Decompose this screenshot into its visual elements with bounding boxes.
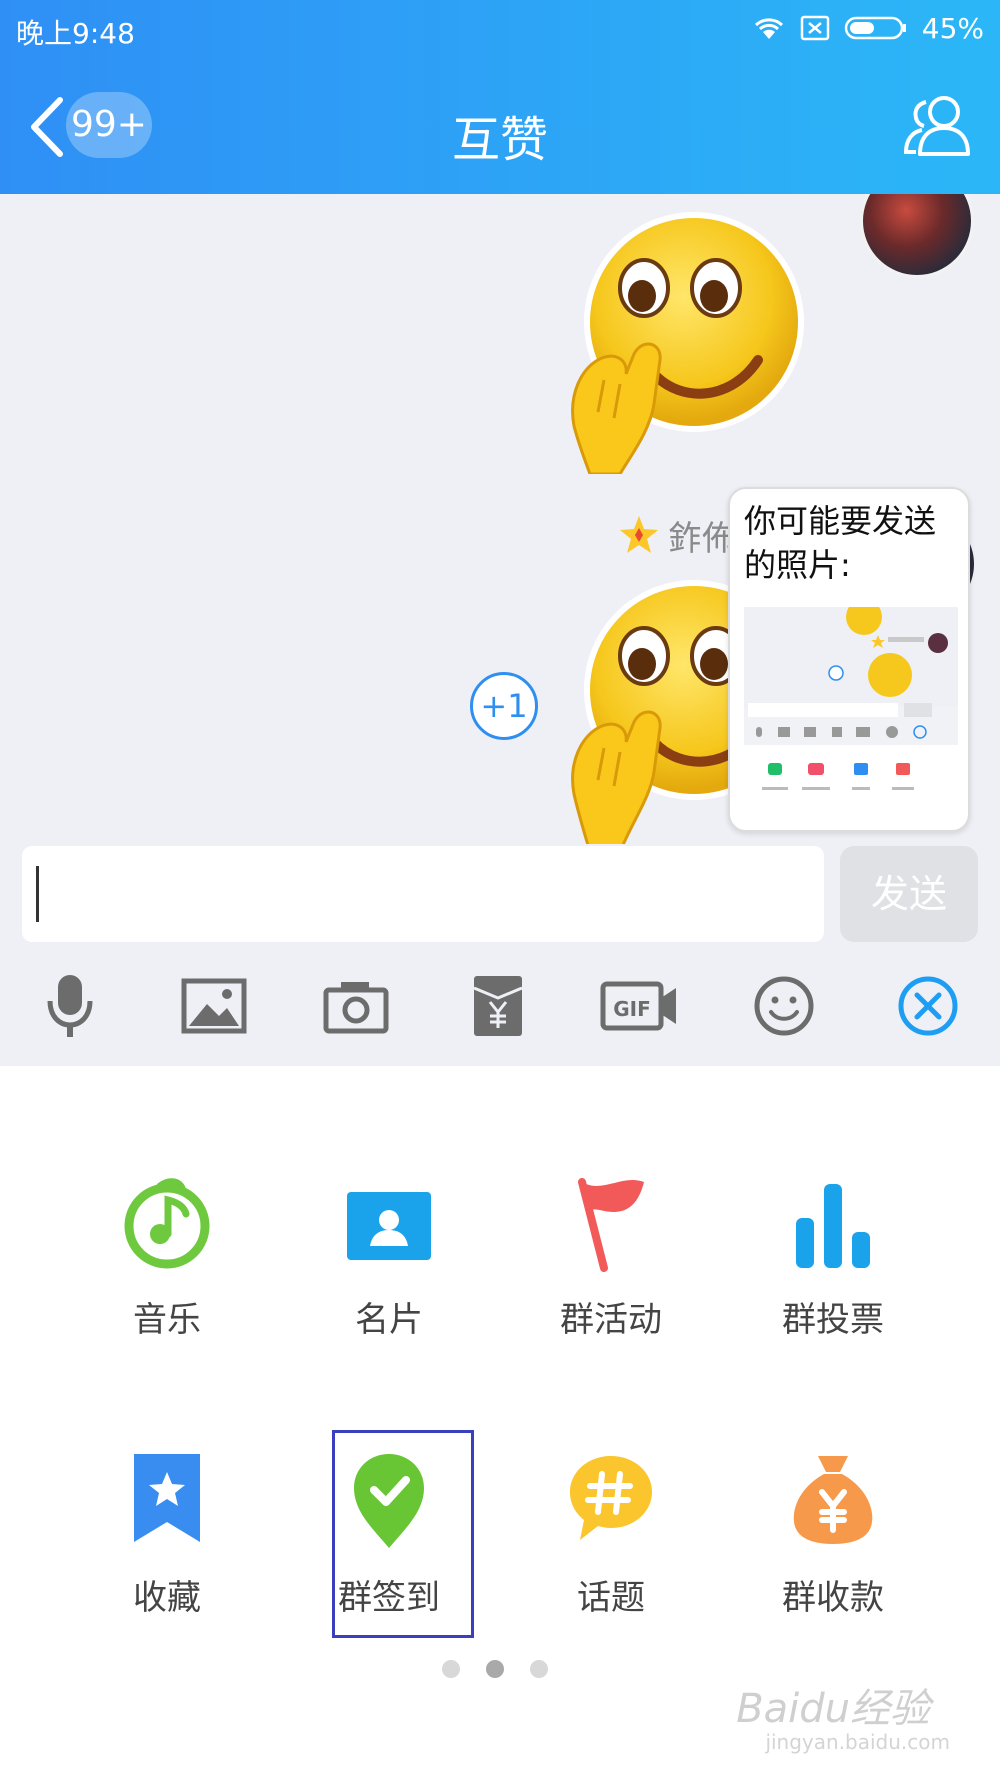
battery-icon: [844, 16, 906, 40]
message-input[interactable]: [22, 846, 824, 942]
sender-info: 鈼佈: [618, 511, 736, 560]
sender-name[interactable]: 鈼佈: [668, 511, 736, 560]
flag-icon: [578, 1178, 644, 1272]
group-vote-button[interactable]: 群投票: [743, 1172, 923, 1392]
input-toolbar: GIF: [0, 946, 1000, 1066]
topic-label: 话题: [577, 1578, 645, 1618]
image-icon: [181, 978, 247, 1034]
avatar[interactable]: [860, 194, 974, 278]
page-dot-3[interactable]: [530, 1660, 548, 1678]
music-label: 音乐: [133, 1300, 201, 1340]
suggested-photo-thumbnail[interactable]: [744, 607, 958, 823]
text-caret: [36, 866, 39, 922]
microphone-icon: [47, 975, 93, 1037]
group-activity-button[interactable]: 群活动: [521, 1172, 701, 1392]
page-dot-1[interactable]: [442, 1660, 460, 1678]
status-icons: 45%: [752, 10, 984, 46]
favorites-button[interactable]: 收藏: [77, 1450, 257, 1670]
send-button[interactable]: 发送: [840, 846, 978, 942]
page-title: 互赞: [451, 112, 548, 168]
group-activity-label: 群活动: [560, 1300, 662, 1340]
topic-button[interactable]: 话题: [521, 1450, 701, 1670]
plus-one-button[interactable]: +1: [470, 672, 538, 740]
gif-button[interactable]: GIF: [600, 970, 680, 1042]
red-packet-icon: [473, 976, 523, 1036]
message-input-bar: 发送: [0, 844, 1000, 946]
emoji-button[interactable]: [744, 970, 824, 1042]
hashtag-icon: [570, 1456, 652, 1540]
nav-bar: 99+ 互赞: [0, 80, 1000, 170]
contact-card-label: 名片: [355, 1300, 423, 1340]
group-members-button[interactable]: [900, 88, 976, 164]
status-bar: 晚上9:48 45%: [0, 0, 1000, 60]
music-icon: [124, 1178, 210, 1269]
header-bar: 晚上9:48 45% 99+ 互赞: [0, 0, 1000, 194]
bookmark-icon: [134, 1454, 200, 1542]
close-icon: [898, 976, 958, 1036]
screenshot-preview: [744, 607, 958, 823]
watermark: Baidu经验: [736, 1686, 930, 1732]
bar-chart-icon: [796, 1184, 870, 1268]
money-bag-icon: [793, 1456, 873, 1544]
facepalm-emoji[interactable]: [562, 204, 822, 474]
contact-card-icon: [347, 1192, 431, 1260]
favorites-label: 收藏: [133, 1578, 201, 1618]
music-button[interactable]: 音乐: [77, 1172, 257, 1392]
group-collection-button[interactable]: 群收款: [743, 1450, 923, 1670]
emoji-icon: [754, 976, 814, 1036]
voice-button[interactable]: [30, 970, 110, 1042]
suggestion-text: 你可能要发送的照片:: [744, 502, 937, 584]
close-panel-button[interactable]: [888, 970, 968, 1042]
photo-suggestion-popup[interactable]: 你可能要发送的照片:: [728, 487, 970, 832]
contact-card-button[interactable]: 名片: [299, 1172, 479, 1392]
image-button[interactable]: [174, 970, 254, 1042]
status-time: 晚上9:48: [16, 17, 135, 50]
red-packet-button[interactable]: [458, 970, 538, 1042]
svg-text:GIF: GIF: [613, 997, 651, 1021]
camera-icon: [323, 982, 389, 1034]
wifi-icon: [754, 18, 783, 39]
camera-button[interactable]: [316, 970, 396, 1042]
no-sim-icon: [800, 15, 830, 41]
star-level-icon: [620, 516, 658, 553]
page-dot-2[interactable]: [486, 1660, 504, 1678]
gif-icon: GIF: [600, 981, 676, 1031]
battery-percent: 45%: [921, 11, 984, 45]
watermark-url: jingyan.baidu.com: [765, 1730, 950, 1754]
group-collection-label: 群收款: [782, 1578, 884, 1618]
selection-highlight: [332, 1430, 474, 1638]
group-vote-label: 群投票: [782, 1300, 884, 1340]
group-members-icon: [903, 96, 970, 156]
